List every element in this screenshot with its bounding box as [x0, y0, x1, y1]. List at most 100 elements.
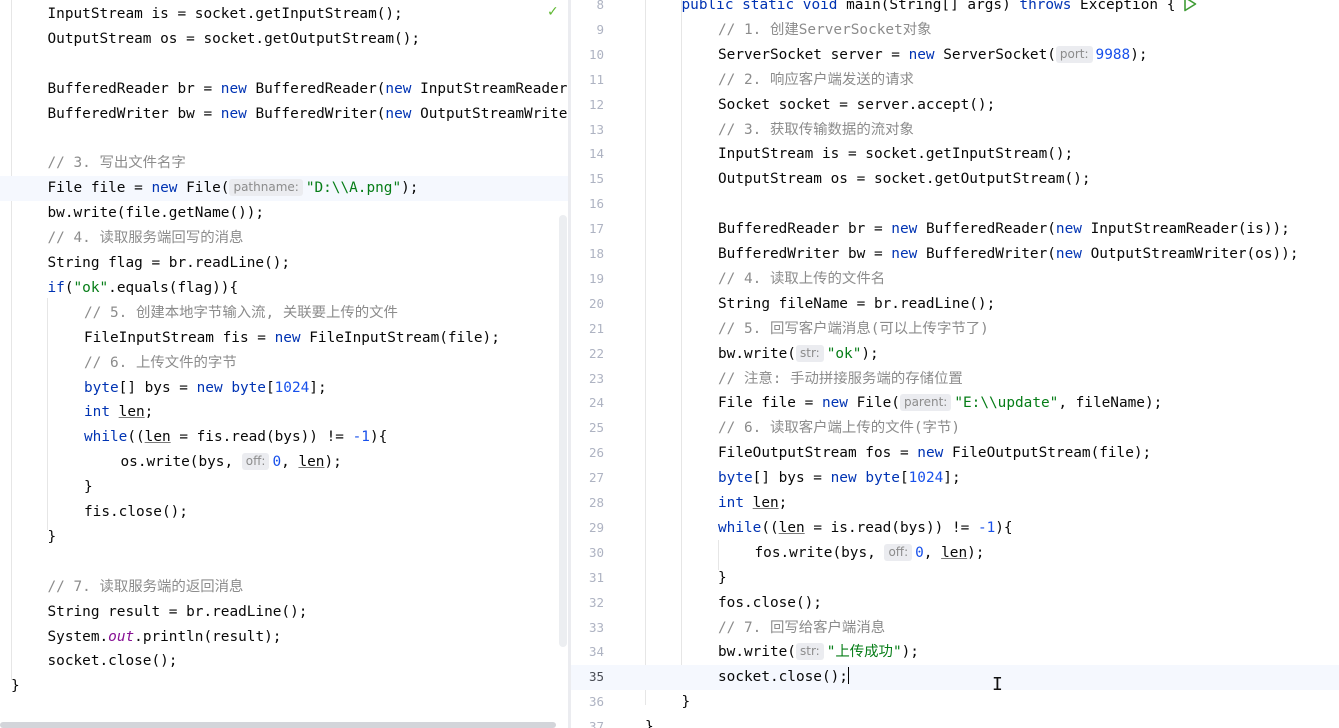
line-number: 8 — [596, 0, 604, 12]
code-line[interactable]: 18 BufferedWriter bw = new BufferedWriter… — [571, 242, 1339, 267]
code-line[interactable]: // 6. 上传文件的字节 — [0, 351, 568, 376]
line-number: 11 — [588, 71, 604, 87]
code-line[interactable]: 15 OutputStream os = socket.getOutputStre… — [571, 167, 1339, 192]
code-line[interactable]: 17 BufferedReader br = new BufferedReader… — [571, 217, 1339, 242]
code-line[interactable]: 8 public static void main(String[] args) … — [571, 0, 1339, 18]
variable-ref: len — [298, 454, 325, 471]
horizontal-scrollbar[interactable] — [0, 722, 556, 728]
code-line[interactable]: 25 // 6. 读取客户端上传的文件(字节) — [571, 416, 1339, 441]
code-line[interactable]: 27 byte[] bys = new byte[1024]; — [571, 466, 1339, 491]
code-line[interactable]: } — [0, 525, 568, 550]
code-text: [] bys = — [752, 470, 831, 487]
code-line[interactable]: socket.close(); — [0, 649, 568, 674]
code-text: ); — [401, 180, 419, 197]
code-content: bw.write(file.getName()); — [48, 201, 265, 226]
static-field: out — [108, 628, 135, 645]
code-line[interactable]: bw.write(file.getName()); — [0, 201, 568, 226]
keyword: new — [220, 80, 247, 97]
code-line[interactable]: // 4. 读取服务端回写的消息 — [0, 226, 568, 251]
code-line[interactable]: 31} — [571, 566, 1339, 591]
comment-text: // 5. 回写客户端消息(可以上传字节了) — [718, 320, 989, 337]
code-content: byte[] bys = new byte[1024]; — [84, 376, 327, 401]
code-line[interactable]: OutputStream os = socket.getOutputStream… — [0, 27, 568, 52]
code-text: } — [681, 694, 691, 711]
code-line[interactable]: int len; — [0, 400, 568, 425]
code-line[interactable]: 13 // 3. 获取传输数据的流对象 — [571, 118, 1339, 143]
right-editor-pane[interactable]: 8 public static void main(String[] args) … — [571, 0, 1339, 728]
line-number: 36 — [588, 694, 604, 710]
code-line[interactable]: // 7. 读取服务端的返回消息 — [0, 575, 568, 600]
code-line[interactable]: String flag = br.readLine(); — [0, 251, 568, 276]
number-literal: 9988 — [1095, 46, 1131, 63]
code-content: // 5. 回写客户端消息(可以上传字节了) — [718, 317, 989, 342]
code-line[interactable]: FileInputStream fis = new FileInputStrea… — [0, 326, 568, 351]
code-line[interactable]: while((len = fis.read(bys)) != -1){ — [0, 425, 568, 450]
code-line[interactable]: 32 fos.close(); — [571, 591, 1339, 616]
code-line[interactable]: 16 — [571, 192, 1339, 217]
code-line[interactable]: BufferedReader br = new BufferedReader(n… — [0, 77, 569, 102]
code-line[interactable]: } — [0, 674, 568, 699]
code-line[interactable]: File file = new File(pathname: "D:\\A.png… — [0, 176, 568, 202]
code-text: fis.close(); — [84, 504, 188, 520]
code-line[interactable]: 20 String fileName = br.readLine(); — [571, 292, 1339, 317]
line-number: 16 — [588, 196, 604, 212]
code-line[interactable]: 10 ServerSocket server = new ServerSocket… — [571, 43, 1339, 68]
code-text: BufferedWriter bw = — [718, 246, 892, 262]
code-text: BufferedWriter( — [917, 246, 1056, 262]
code-text: , — [923, 544, 942, 561]
line-number: 9 — [596, 21, 604, 37]
code-line[interactable]: 24 File file = new File(parent: "E:\\updat… — [571, 391, 1339, 416]
code-line[interactable]: 19 // 4. 读取上传的文件名 — [571, 267, 1339, 292]
code-line[interactable]: InputStream is = socket.getInputStream()… — [0, 2, 568, 27]
code-line[interactable]: if("ok".equals(flag)){ — [0, 276, 568, 301]
code-text: ){ — [369, 429, 388, 446]
code-text: String result = br.readLine(); — [47, 603, 308, 620]
keyword: new — [891, 221, 918, 238]
code-line[interactable]: 11 // 2. 响应客户端发送的请求 — [571, 68, 1339, 93]
code-line[interactable]: byte[] bys = new byte[1024]; — [0, 376, 568, 401]
code-line[interactable]: 30 fos.write(bys, off: 0, len); — [571, 541, 1339, 566]
code-line[interactable]: 35 socket.close(); — [571, 665, 1339, 691]
code-content: BufferedReader br = new BufferedReader(n… — [718, 217, 1290, 242]
code-line[interactable]: 9 // 1. 创建ServerSocket对象 — [571, 18, 1339, 43]
code-line[interactable]: } — [0, 475, 568, 500]
code-line[interactable]: 28 int len; — [571, 491, 1339, 516]
code-line[interactable]: // 5. 创建本地字节输入流, 关联要上传的文件 — [0, 301, 568, 326]
code-line[interactable]: 22 bw.write(str: "ok"); — [571, 342, 1339, 367]
code-text: ); — [967, 544, 985, 561]
code-text: OutputStreamWriter(os)); — [1081, 246, 1299, 262]
code-line[interactable]: 26 FileOutputStream fos = new FileOutputS… — [571, 441, 1339, 466]
keyword: byte — [84, 379, 119, 396]
code-line[interactable]: System.out.println(result); — [0, 625, 568, 650]
code-line[interactable]: 29 while((len = is.read(bys)) != -1){ — [571, 516, 1339, 541]
code-line[interactable]: // 3. 写出文件名字 — [0, 151, 568, 176]
keyword: byte — [718, 470, 753, 487]
code-line[interactable]: 34 bw.write(str: "上传成功"); — [571, 640, 1339, 665]
code-line[interactable]: String result = br.readLine(); — [0, 600, 568, 625]
code-text: File( — [847, 395, 900, 412]
code-line[interactable]: 33 // 7. 回写给客户端消息 — [571, 616, 1339, 641]
left-editor-pane[interactable]: InputStream is = socket.getInputStream()… — [0, 0, 568, 728]
code-content: while((len = is.read(bys)) != -1){ — [718, 516, 1013, 541]
code-content: // 6. 上传文件的字节 — [84, 351, 237, 376]
code-line[interactable]: 21 // 5. 回写客户端消息(可以上传字节了) — [571, 317, 1339, 342]
run-gutter-icon[interactable] — [1182, 0, 1198, 12]
keyword: new — [830, 470, 857, 487]
code-text: System. — [47, 628, 109, 645]
code-text: fos.write(bys, — [754, 544, 885, 561]
code-line[interactable]: os.write(bys, off: 0, len); — [0, 450, 568, 475]
parameter-hint: off: — [884, 543, 913, 561]
code-line[interactable]: BufferedWriter bw = new BufferedWriter(n… — [0, 102, 569, 127]
code-line[interactable]: fis.close(); — [0, 500, 568, 525]
code-text: os.write(bys, — [120, 454, 242, 471]
code-line[interactable]: 14 InputStream is = socket.getInputStream… — [571, 142, 1339, 167]
code-content: FileOutputStream fos = new FileOutputStr… — [718, 441, 1151, 466]
vertical-scrollbar[interactable] — [559, 215, 567, 647]
keyword: int — [718, 495, 744, 511]
code-line[interactable]: 36} — [571, 690, 1339, 715]
comment-text: // 7. 回写给客户端消息 — [718, 619, 886, 636]
code-line[interactable]: 12 Socket socket = server.accept(); — [571, 93, 1339, 118]
code-content: bw.write(str: "ok"); — [718, 342, 879, 367]
code-line[interactable]: 37} — [571, 715, 1339, 728]
code-line[interactable]: 23 // 注意: 手动拼接服务端的存储位置 — [571, 367, 1339, 392]
